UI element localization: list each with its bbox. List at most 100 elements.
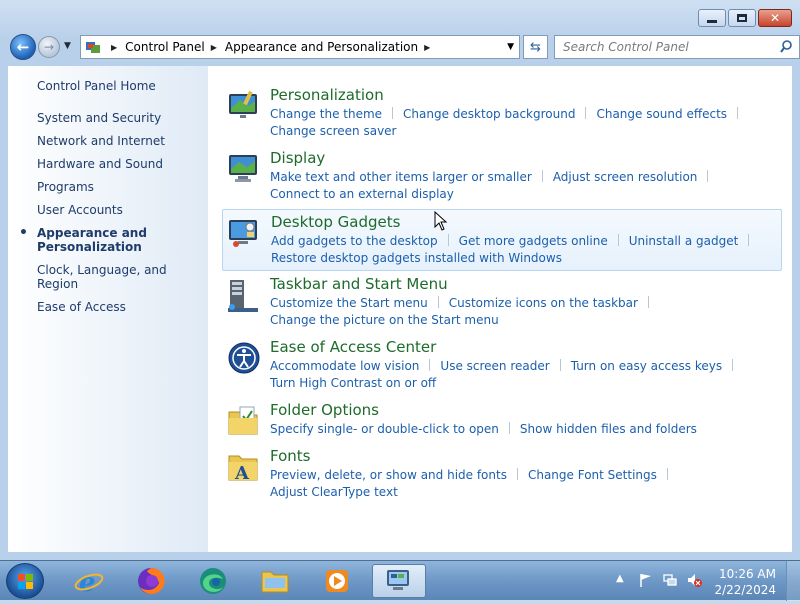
recent-pages-dropdown[interactable]: ▼: [64, 41, 71, 51]
taskbar-edge[interactable]: [186, 564, 240, 598]
link-turn-on-access-keys[interactable]: Turn on easy access keys: [571, 359, 722, 373]
search-box[interactable]: [554, 35, 800, 59]
category-taskbar-start-menu: Taskbar and Start Menu Customize the Sta…: [224, 275, 780, 329]
link-change-start-menu-picture[interactable]: Change the picture on the Start menu: [270, 313, 499, 327]
category-links: Specify single- or double-click to open S…: [270, 421, 770, 438]
link-customize-start-menu[interactable]: Customize the Start menu: [270, 296, 428, 310]
show-hidden-icons-icon[interactable]: ▲: [616, 573, 624, 584]
close-button[interactable]: ✕: [758, 9, 792, 27]
category-title[interactable]: Display: [270, 149, 325, 167]
link-adjust-cleartype[interactable]: Adjust ClearType text: [270, 485, 398, 499]
category-title[interactable]: Folder Options: [270, 401, 379, 419]
start-button[interactable]: [6, 563, 44, 599]
link-make-text-larger[interactable]: Make text and other items larger or smal…: [270, 170, 532, 184]
back-button[interactable]: ←: [10, 34, 36, 60]
category-links: Customize the Start menu Customize icons …: [270, 295, 770, 329]
breadcrumb-arrow-icon[interactable]: ▶: [424, 43, 430, 52]
search-input[interactable]: [561, 36, 771, 58]
taskbar-firefox[interactable]: [124, 564, 178, 598]
volume-muted-icon[interactable]: [686, 572, 702, 588]
ease-of-access-icon[interactable]: [226, 340, 262, 376]
link-accommodate-low-vision[interactable]: Accommodate low vision: [270, 359, 419, 373]
link-change-sound-effects[interactable]: Change sound effects: [596, 107, 727, 121]
taskbar-internet-explorer[interactable]: e: [62, 564, 116, 598]
link-get-more-gadgets[interactable]: Get more gadgets online: [459, 234, 608, 248]
link-high-contrast[interactable]: Turn High Contrast on or off: [270, 376, 436, 390]
taskbar-start-menu-icon[interactable]: [226, 277, 262, 313]
category-title[interactable]: Ease of Access Center: [270, 338, 436, 356]
sidebar-item-network-internet[interactable]: Network and Internet: [37, 134, 208, 148]
maximize-icon: [737, 14, 747, 22]
link-add-gadgets[interactable]: Add gadgets to the desktop: [271, 234, 438, 248]
desktop-gadgets-icon[interactable]: [227, 215, 263, 251]
fonts-icon[interactable]: A: [226, 449, 262, 485]
category-fonts: A Fonts Preview, delete, or show and hid…: [224, 447, 780, 499]
category-title[interactable]: Desktop Gadgets: [271, 213, 400, 231]
link-single-double-click[interactable]: Specify single- or double-click to open: [270, 422, 499, 436]
link-separator: [707, 170, 709, 182]
network-icon[interactable]: [662, 572, 678, 588]
breadcrumb-control-panel[interactable]: Control Panel: [125, 40, 205, 54]
link-uninstall-gadget[interactable]: Uninstall a gadget: [629, 234, 739, 248]
sidebar-item-user-accounts[interactable]: User Accounts: [37, 203, 208, 217]
minimize-button[interactable]: [698, 9, 726, 27]
breadcrumb-appearance-personalization[interactable]: Appearance and Personalization: [225, 40, 418, 54]
link-restore-gadgets[interactable]: Restore desktop gadgets installed with W…: [271, 251, 562, 265]
window-caption-buttons: ✕: [696, 9, 792, 27]
link-customize-taskbar-icons[interactable]: Customize icons on the taskbar: [449, 296, 638, 310]
category-links: Preview, delete, or show and hide fonts C…: [270, 467, 770, 501]
breadcrumb-arrow-icon[interactable]: ▶: [111, 43, 117, 52]
sidebar-item-ease-of-access[interactable]: Ease of Access: [37, 300, 208, 314]
forward-button[interactable]: →: [38, 36, 60, 58]
category-title[interactable]: Fonts: [270, 447, 310, 465]
show-desktop-button[interactable]: [786, 561, 800, 601]
forward-arrow-icon: →: [43, 40, 55, 54]
sidebar-control-panel-home[interactable]: Control Panel Home: [37, 79, 156, 93]
category-title[interactable]: Taskbar and Start Menu: [270, 275, 448, 293]
link-connect-external-display[interactable]: Connect to an external display: [270, 187, 454, 201]
link-change-desktop-background[interactable]: Change desktop background: [403, 107, 575, 121]
clock-time: 10:26 AM: [719, 567, 776, 581]
sidebar-item-appearance-personalization[interactable]: Appearance and Personalization: [19, 226, 147, 254]
navigation-bar: ← → ▼ ▶ Control Panel ▶ Appearance and P…: [8, 33, 800, 61]
clock[interactable]: 10:26 AM 2/22/2024: [714, 566, 776, 598]
refresh-button[interactable]: ⇆: [523, 35, 548, 59]
control-panel-icon: [86, 42, 100, 53]
control-panel-window: ✕ ← → ▼ ▶ Control Panel ▶ Appearance and…: [0, 0, 800, 560]
category-folder-options: Folder Options Specify single- or double…: [224, 401, 780, 441]
taskbar-control-panel[interactable]: [372, 564, 426, 598]
display-icon[interactable]: [226, 151, 262, 187]
link-change-font-settings[interactable]: Change Font Settings: [528, 468, 657, 482]
search-icon[interactable]: [780, 40, 792, 54]
taskbar-file-explorer[interactable]: [248, 564, 302, 598]
link-preview-fonts[interactable]: Preview, delete, or show and hide fonts: [270, 468, 507, 482]
sidebar: Control Panel Home System and Security N…: [8, 66, 208, 552]
sidebar-item-system-security[interactable]: System and Security: [37, 111, 208, 125]
sidebar-item-clock-language-region[interactable]: Clock, Language, and Region: [37, 263, 208, 291]
maximize-button[interactable]: [728, 9, 756, 27]
link-adjust-screen-resolution[interactable]: Adjust screen resolution: [553, 170, 698, 184]
link-separator: [559, 359, 561, 371]
link-change-screen-saver[interactable]: Change screen saver: [270, 124, 397, 138]
category-title[interactable]: Personalization: [270, 86, 384, 104]
address-dropdown-icon[interactable]: ▼: [507, 42, 514, 52]
system-tray: ▲ 10:26 AM 2/22/2024: [610, 561, 800, 601]
link-use-screen-reader[interactable]: Use screen reader: [440, 359, 549, 373]
folder-options-icon[interactable]: [226, 403, 262, 439]
link-separator: [437, 296, 439, 308]
link-change-theme[interactable]: Change the theme: [270, 107, 382, 121]
personalization-icon[interactable]: [226, 88, 262, 124]
link-separator: [617, 234, 619, 246]
close-icon: ✕: [769, 11, 781, 25]
breadcrumb-arrow-icon[interactable]: ▶: [211, 43, 217, 52]
link-separator: [508, 422, 510, 434]
action-center-flag-icon[interactable]: [638, 572, 654, 588]
taskbar-media-player[interactable]: [310, 564, 364, 598]
sidebar-item-programs[interactable]: Programs: [37, 180, 208, 194]
category-links: Accommodate low vision Use screen reader T…: [270, 358, 770, 392]
sidebar-item-hardware-sound[interactable]: Hardware and Sound: [37, 157, 208, 171]
minimize-icon: [707, 19, 717, 23]
address-bar[interactable]: ▶ Control Panel ▶ Appearance and Persona…: [80, 35, 520, 59]
link-show-hidden-files[interactable]: Show hidden files and folders: [520, 422, 697, 436]
link-separator: [447, 234, 449, 246]
